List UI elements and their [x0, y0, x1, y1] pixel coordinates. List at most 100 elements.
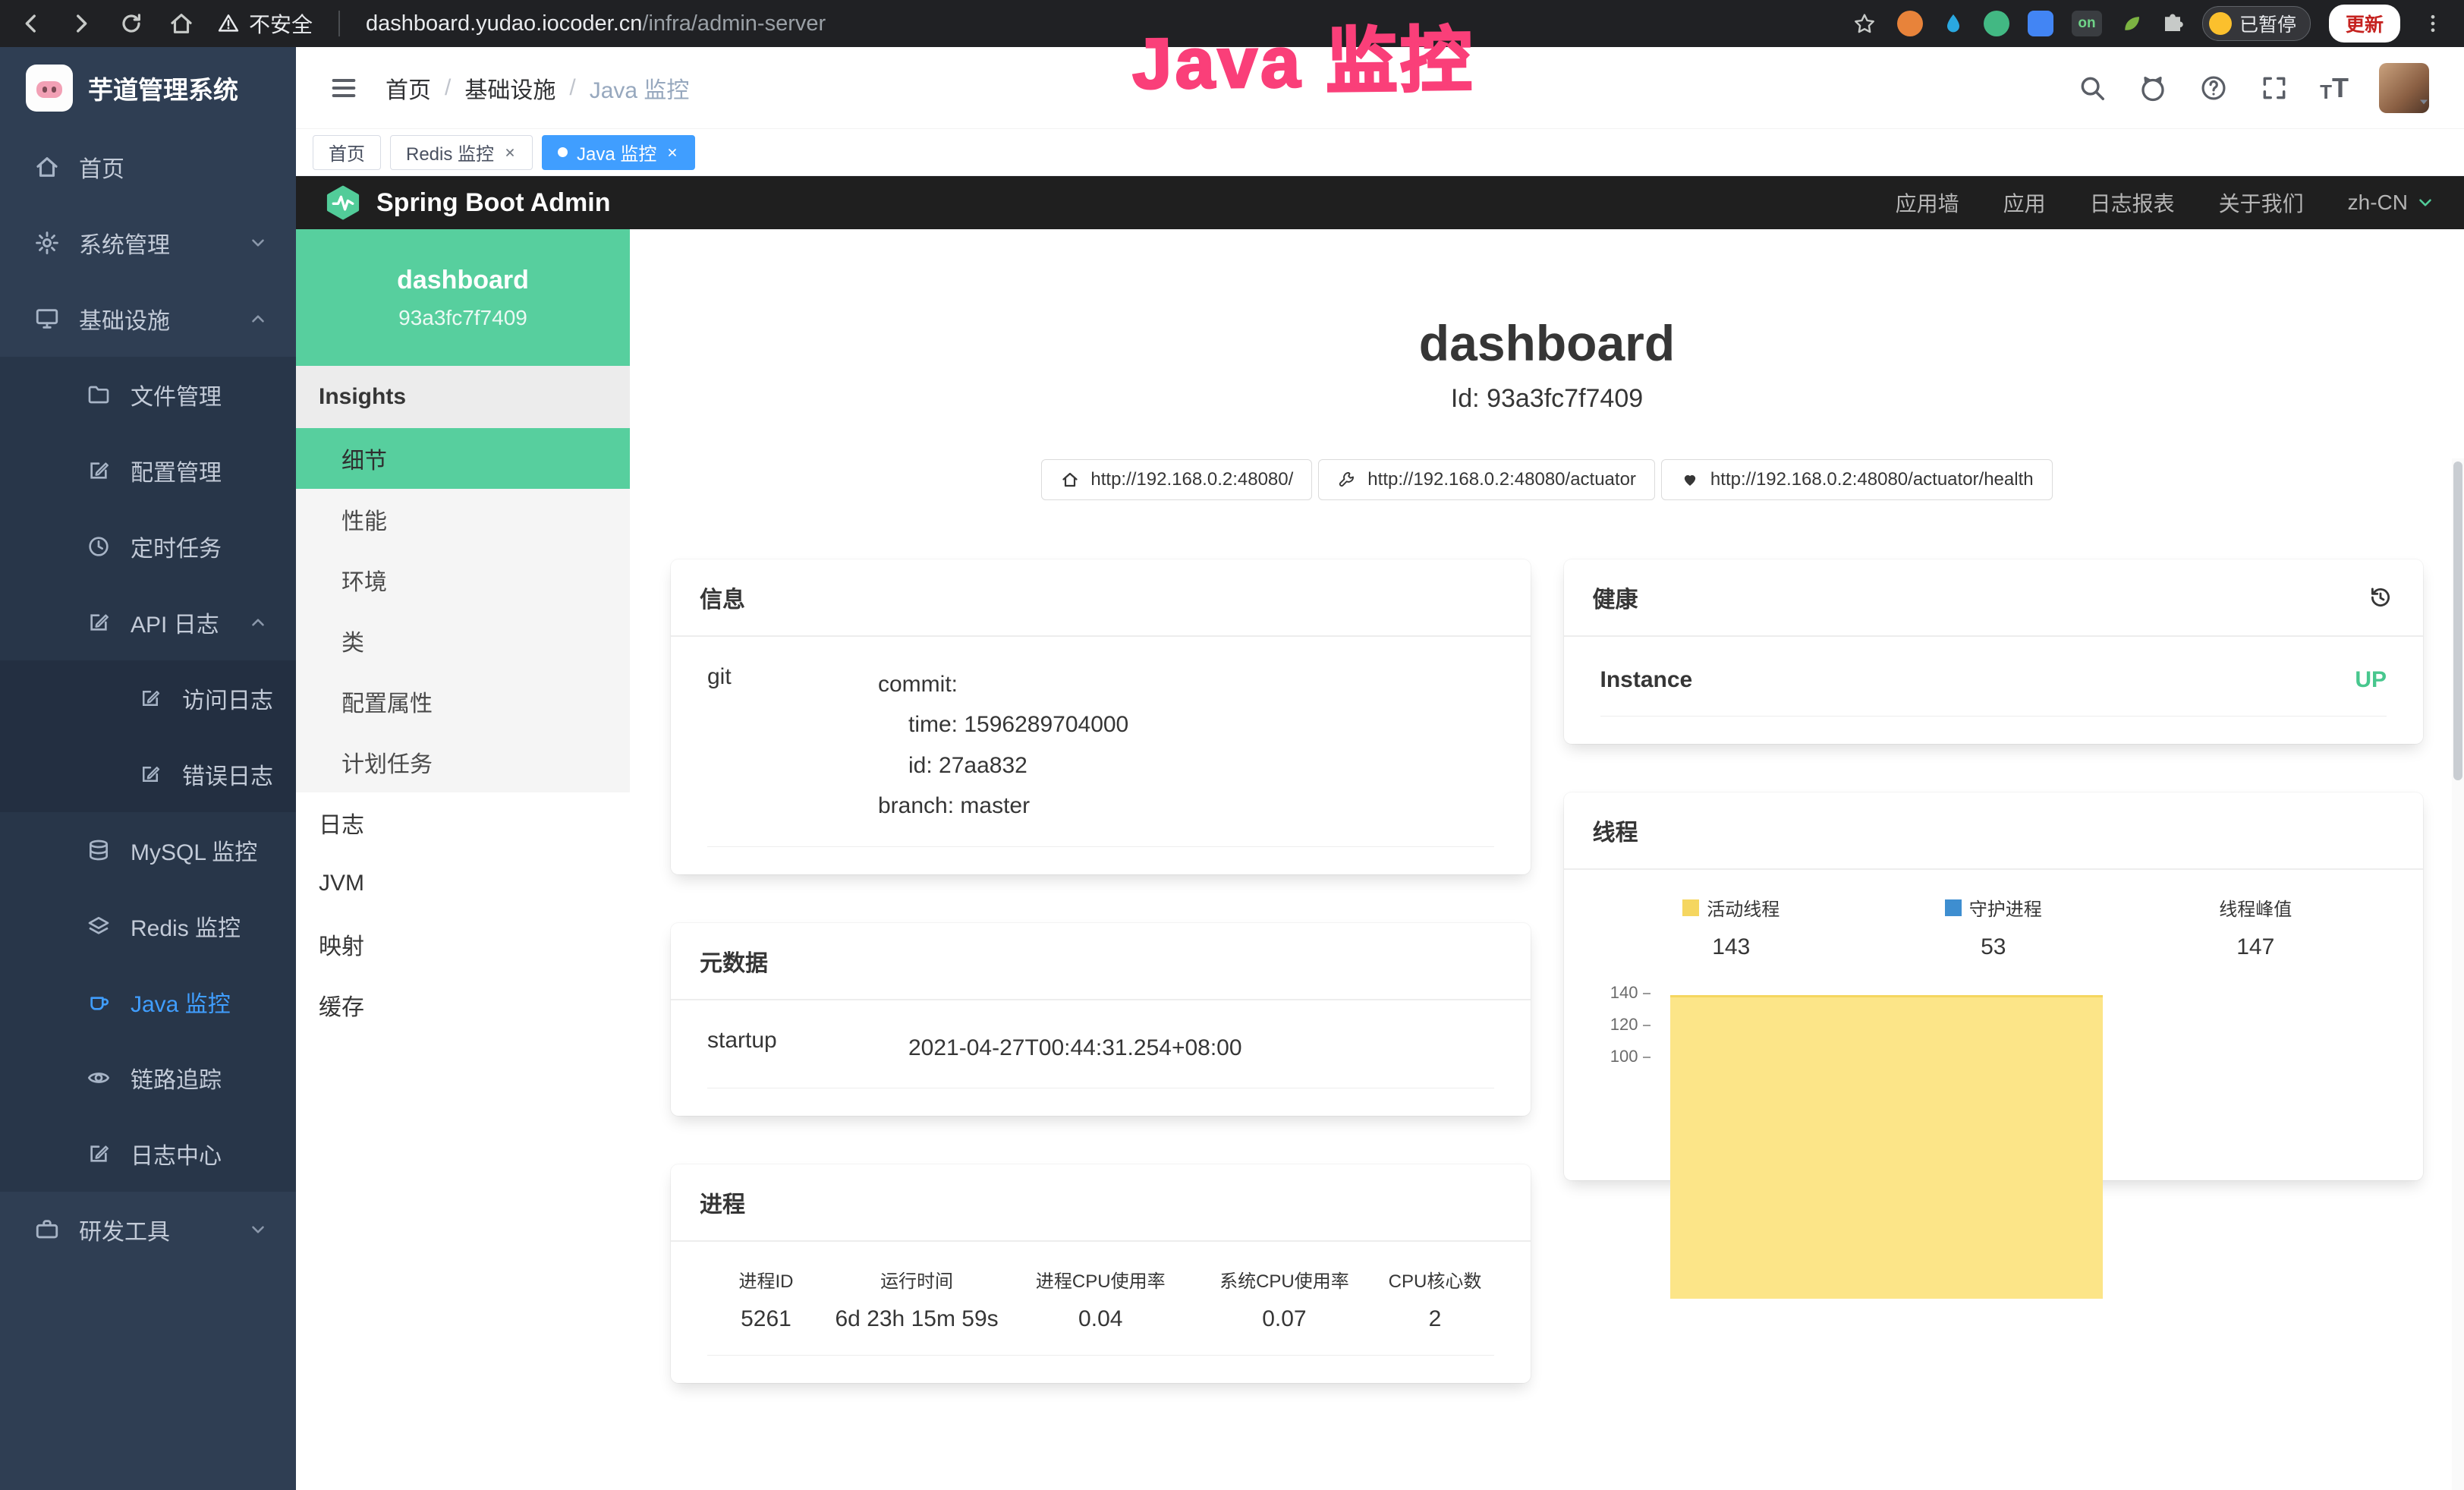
forward-button[interactable] — [67, 9, 96, 38]
close-icon[interactable] — [666, 146, 679, 159]
tab-redis-monitor[interactable]: Redis 监控 — [390, 135, 533, 170]
card-title: 线程 — [1593, 814, 1638, 847]
threads-chart: 140 120 100 — [1600, 983, 2387, 1180]
info-card: 信息 git commit: time: 1596289704000 id: 2… — [671, 559, 1531, 874]
sba-menu-item-details[interactable]: 细节 — [296, 428, 630, 489]
language-label: zh-CN — [2348, 191, 2408, 215]
tab-java-monitor[interactable]: Java 监控 — [542, 135, 695, 170]
profile-paused-badge[interactable]: 已暂停 — [2202, 6, 2311, 41]
sidebar-item-access-logs[interactable]: 访问日志 — [0, 660, 296, 736]
sidebar-item-log-center[interactable]: 日志中心 — [0, 1116, 296, 1192]
url-path: /infra/admin-server — [642, 11, 826, 36]
search-icon[interactable] — [2077, 73, 2107, 103]
sba-menu-item-classes[interactable]: 类 — [296, 610, 630, 671]
breadcrumb-item[interactable]: 基础设施 — [464, 71, 555, 105]
caret-down-icon — [2415, 93, 2432, 110]
link-service-url[interactable]: http://192.168.0.2:48080/ — [1041, 459, 1312, 500]
sba-menu-item-config-properties[interactable]: 配置属性 — [296, 671, 630, 732]
legend-peak-threads: 线程峰值 147 — [2125, 894, 2387, 960]
github-icon[interactable] — [2138, 73, 2168, 103]
sidebar-item-home[interactable]: 首页 — [0, 129, 296, 205]
extension-icon-grid[interactable] — [2028, 11, 2053, 36]
sba-nav-wallboard[interactable]: 应用墙 — [1896, 187, 1959, 218]
help-icon[interactable] — [2198, 73, 2229, 103]
scrollbar-thumb[interactable] — [2453, 461, 2462, 780]
link-health-url[interactable]: http://192.168.0.2:48080/actuator/health — [1661, 459, 2053, 500]
toolbox-icon — [33, 1216, 61, 1243]
sba-nav-about[interactable]: 关于我们 — [2219, 187, 2304, 218]
tab-home[interactable]: 首页 — [313, 135, 381, 170]
sidebar-item-config-management[interactable]: 配置管理 — [0, 433, 296, 509]
close-icon[interactable] — [503, 146, 517, 159]
legend-swatch-yellow — [1682, 899, 1699, 916]
home-button[interactable] — [167, 9, 196, 38]
info-line: commit: — [878, 664, 1128, 704]
sba-menu-item-caches[interactable]: 缓存 — [296, 975, 630, 1035]
history-icon[interactable] — [2367, 584, 2394, 611]
address-bar[interactable]: dashboard.yudao.iocoder.cn/infra/admin-s… — [366, 11, 826, 36]
health-instance-row[interactable]: Instance UP — [1600, 641, 2387, 717]
extension-icon-vue[interactable] — [1984, 11, 2009, 36]
sba-menu-item-scheduled-tasks[interactable]: 计划任务 — [296, 732, 630, 792]
spring-boot-admin-logo-icon — [325, 184, 361, 221]
sba-content: dashboard 93a3fc7f7409 Insights 细节 性能 环境… — [296, 229, 2464, 1490]
health-status-badge: UP — [2355, 667, 2387, 693]
link-label: http://192.168.0.2:48080/ — [1090, 469, 1293, 490]
extensions-puzzle-icon[interactable] — [2161, 12, 2184, 35]
sba-brand-title[interactable]: Spring Boot Admin — [376, 188, 610, 218]
sidebar-item-redis-monitor[interactable]: Redis 监控 — [0, 888, 296, 964]
bookmark-star-icon[interactable] — [1850, 9, 1879, 38]
sidebar-item-mysql-monitor[interactable]: MySQL 监控 — [0, 812, 296, 888]
sidebar-item-system-management[interactable]: 系统管理 — [0, 205, 296, 281]
extension-icon-leaf[interactable] — [2120, 12, 2143, 35]
security-indicator[interactable]: 不安全 — [217, 8, 313, 39]
app-logo-row[interactable]: 芋道管理系统 — [0, 47, 296, 129]
sidebar-item-error-logs[interactable]: 错误日志 — [0, 736, 296, 812]
reload-button[interactable] — [117, 9, 146, 38]
sidebar-item-infrastructure[interactable]: 基础设施 — [0, 281, 296, 357]
tags-view-bar: 首页 Redis 监控 Java 监控 — [296, 129, 2464, 176]
sba-nav-journal[interactable]: 日志报表 — [2090, 187, 2175, 218]
paused-label: 已暂停 — [2239, 10, 2296, 37]
clock-icon — [85, 533, 112, 560]
sidebar-item-trace[interactable]: 链路追踪 — [0, 1040, 296, 1116]
col-label: CPU核心数 — [1377, 1266, 1494, 1293]
tab-label: Redis 监控 — [406, 139, 494, 165]
language-selector[interactable]: zh-CN — [2348, 191, 2435, 215]
breadcrumb-item[interactable]: 首页 — [385, 71, 431, 105]
sba-menu-item-jvm[interactable]: JVM — [296, 853, 630, 914]
card-title: 信息 — [700, 581, 745, 614]
sba-menu-item-environment[interactable]: 环境 — [296, 550, 630, 610]
sba-menu-item-mappings[interactable]: 映射 — [296, 914, 630, 975]
sidebar-item-api-logs[interactable]: API 日志 — [0, 584, 296, 660]
sba-nav-applications[interactable]: 应用 — [2003, 187, 2046, 218]
extension-icon-on-switch[interactable]: on — [2072, 11, 2102, 36]
link-label: http://192.168.0.2:48080/actuator/health — [1710, 469, 2034, 490]
sidebar-item-java-monitor[interactable]: Java 监控 — [0, 964, 296, 1040]
browser-menu-icon[interactable] — [2418, 9, 2447, 38]
heart-icon — [1680, 470, 1700, 490]
sidebar-item-scheduled-jobs[interactable]: 定时任务 — [0, 509, 296, 584]
sidebar-item-file-management[interactable]: 文件管理 — [0, 357, 296, 433]
chrome-update-button[interactable]: 更新 — [2329, 5, 2400, 43]
instance-header[interactable]: dashboard 93a3fc7f7409 — [296, 229, 630, 366]
fullscreen-icon[interactable] — [2259, 73, 2289, 103]
sidebar-item-label: 错误日志 — [182, 758, 273, 791]
sba-menu-item-logs[interactable]: 日志 — [296, 792, 630, 853]
col-value: 2 — [1377, 1306, 1494, 1332]
back-button[interactable] — [17, 9, 46, 38]
legend-label: 守护进程 — [1969, 894, 2042, 921]
font-size-icon[interactable]: TT — [2320, 74, 2349, 102]
sba-instance-menu: dashboard 93a3fc7f7409 Insights 细节 性能 环境… — [296, 229, 630, 1490]
process-col-cpus: CPU核心数 2 — [1377, 1266, 1494, 1332]
sidebar-toggle-icon[interactable] — [328, 72, 360, 104]
extension-icon-drop[interactable] — [1941, 11, 1965, 36]
annotation-text: Java 监控 — [1131, 3, 1475, 110]
sba-menu-item-performance[interactable]: 性能 — [296, 489, 630, 550]
link-actuator-url[interactable]: http://192.168.0.2:48080/actuator — [1318, 459, 1655, 500]
extension-icon-fox[interactable] — [1897, 11, 1923, 36]
sba-navbar: Spring Boot Admin 应用墙 应用 日志报表 关于我们 zh-CN — [296, 176, 2464, 229]
sidebar-item-dev-tools[interactable]: 研发工具 — [0, 1192, 296, 1268]
chevron-down-icon — [247, 232, 269, 254]
page-scrollbar[interactable] — [2452, 458, 2464, 1490]
